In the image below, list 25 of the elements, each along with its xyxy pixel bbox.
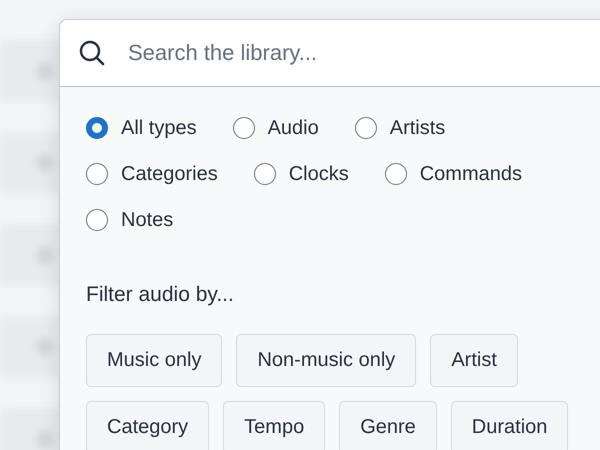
radio-label[interactable]: Clocks (288, 162, 349, 186)
radio-button[interactable] (86, 163, 108, 185)
radio-button[interactable] (86, 209, 108, 231)
radio-button[interactable] (86, 117, 108, 139)
filter-chip[interactable]: Tempo (223, 401, 326, 450)
filter-chip[interactable]: Music only (86, 334, 222, 387)
radio-button[interactable] (232, 117, 255, 139)
radio-label[interactable]: Notes (121, 208, 174, 232)
filter-chip[interactable]: Genre (339, 401, 437, 450)
filter-chip[interactable]: Category (86, 401, 210, 450)
filter-heading: Filter audio by... (86, 283, 235, 307)
radio-label[interactable]: Audio (268, 116, 319, 140)
search-field[interactable]: Search the library... (60, 20, 600, 87)
radio-label[interactable]: Artists (390, 116, 446, 140)
radio-button[interactable] (254, 163, 276, 185)
filter-chip[interactable]: Duration (450, 401, 568, 450)
search-input[interactable]: Search the library... (126, 39, 550, 67)
filter-chip[interactable]: Artist (430, 334, 518, 387)
search-icon (78, 39, 106, 67)
radio-button[interactable] (354, 117, 377, 139)
radio-label[interactable]: Commands (420, 162, 522, 186)
filter-chip[interactable]: Non-music only (236, 334, 416, 387)
radio-label[interactable]: All types (121, 116, 197, 140)
radio-label[interactable]: Categories (121, 162, 218, 186)
radio-button[interactable] (384, 163, 407, 185)
